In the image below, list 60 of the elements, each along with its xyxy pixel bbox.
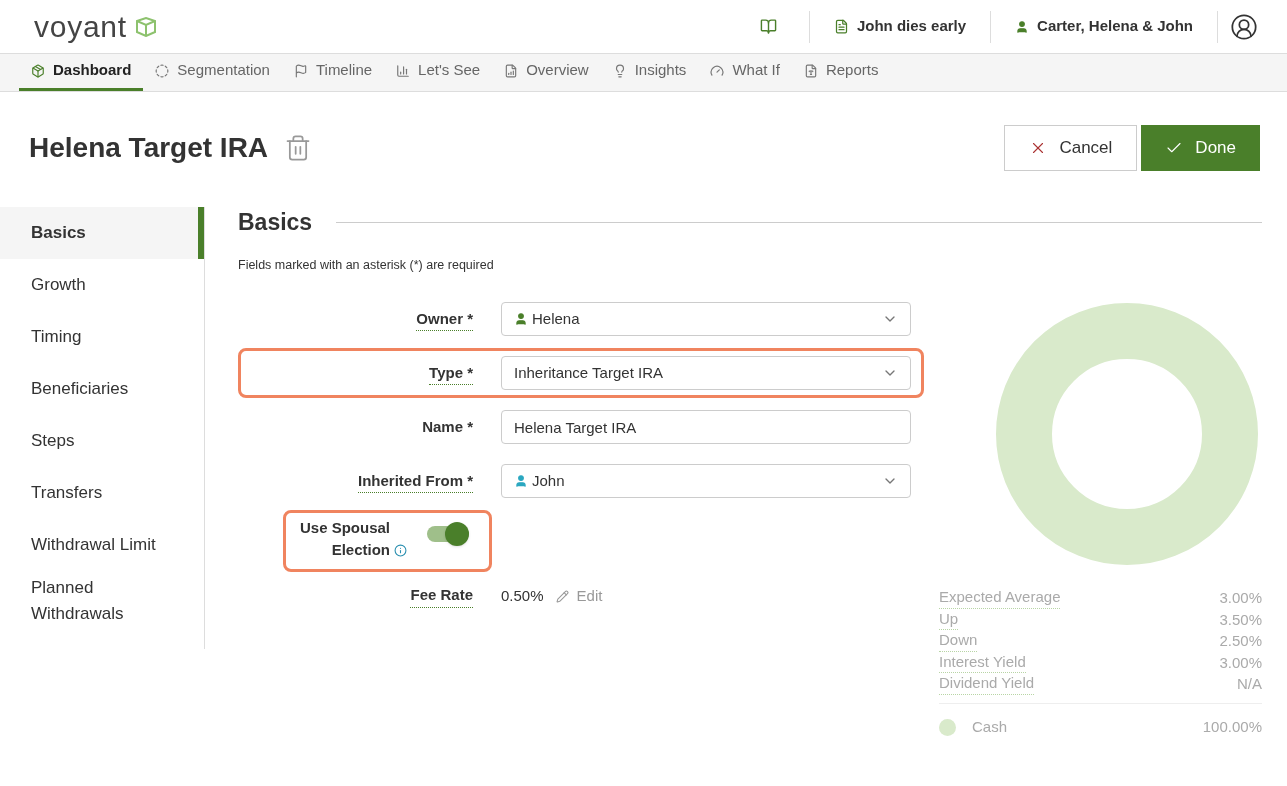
- sidebar-item[interactable]: Steps: [0, 415, 204, 467]
- stat-label: Dividend Yield: [939, 673, 1035, 695]
- book-icon[interactable]: [759, 18, 777, 35]
- nav-tab[interactable]: Overview: [492, 53, 601, 91]
- gauge-icon: [710, 63, 725, 78]
- field-label: Use Spousal Election: [298, 518, 390, 561]
- field-label: Inherited From *: [358, 469, 473, 493]
- sidebar-item[interactable]: Withdrawal Limit: [0, 519, 204, 571]
- document-icon: [833, 19, 849, 34]
- sidebar-item[interactable]: Basics: [0, 207, 204, 259]
- page-title: Helena Target IRA: [29, 131, 269, 165]
- flag-icon: [293, 63, 308, 78]
- dropdown[interactable]: John: [501, 464, 911, 499]
- cancel-button[interactable]: Cancel: [1004, 125, 1138, 171]
- logo-text: voyant: [34, 9, 127, 45]
- sidebar-item[interactable]: Growth: [0, 259, 204, 311]
- box-icon: [31, 63, 45, 78]
- legend-label: Cash: [972, 716, 1009, 737]
- dropdown[interactable]: Inheritance Target IRA: [501, 356, 911, 391]
- stat-value: 3.00%: [1219, 588, 1262, 609]
- dropdown[interactable]: Helena: [501, 302, 911, 337]
- pencil-icon: [555, 589, 569, 603]
- sidebar-item[interactable]: Beneficiaries: [0, 363, 204, 415]
- field-label: Fee Rate: [410, 584, 473, 608]
- field-label: Owner *: [416, 307, 473, 331]
- section-title: Basics: [238, 208, 313, 237]
- required-note: Fields marked with an asterisk (*) are required: [238, 256, 495, 274]
- stat-value: 3.00%: [1219, 652, 1262, 673]
- stat-label: Expected Average: [939, 587, 1061, 609]
- nav-tab[interactable]: What If: [698, 53, 792, 91]
- household-button[interactable]: Carter, Helena & John: [1037, 15, 1217, 38]
- stat-label: Up: [939, 608, 959, 631]
- sidebar-item[interactable]: Timing: [0, 311, 204, 363]
- sidebar-item[interactable]: Transfers: [0, 467, 204, 519]
- logo-icon: [134, 16, 157, 37]
- input-field[interactable]: Helena Target IRA: [501, 410, 911, 445]
- sidebar-item[interactable]: Planned Withdrawals: [0, 571, 204, 630]
- stat-value: 3.50%: [1219, 609, 1262, 630]
- account-icon[interactable]: [1230, 12, 1258, 41]
- stat-value: N/A: [1237, 674, 1262, 695]
- scenario-button[interactable]: John dies early: [856, 15, 991, 38]
- stat-label: Interest Yield: [939, 651, 1026, 674]
- nav-tab[interactable]: Segmentation: [143, 53, 282, 91]
- field-label: Name *: [422, 417, 473, 437]
- nav-tab[interactable]: Timeline: [281, 53, 385, 91]
- stat-value: 2.50%: [1219, 631, 1262, 652]
- fee-rate-value: 0.50%: [501, 585, 544, 606]
- nav-tab[interactable]: Let's See: [384, 53, 493, 91]
- stat-label: Down: [939, 630, 978, 652]
- document-icon: [803, 63, 818, 78]
- ring-icon: [155, 63, 170, 78]
- person-icon: [1015, 19, 1030, 34]
- nav-tab[interactable]: Insights: [600, 53, 699, 91]
- field-label: Type *: [429, 361, 473, 385]
- nav-tab[interactable]: Dashboard: [19, 53, 144, 91]
- document-chart-icon: [504, 63, 519, 78]
- bar-chart-icon: [396, 63, 411, 78]
- legend-value: 100.00%: [1202, 716, 1262, 737]
- done-button[interactable]: Done: [1141, 125, 1260, 171]
- nav-tab[interactable]: Reports: [791, 53, 891, 91]
